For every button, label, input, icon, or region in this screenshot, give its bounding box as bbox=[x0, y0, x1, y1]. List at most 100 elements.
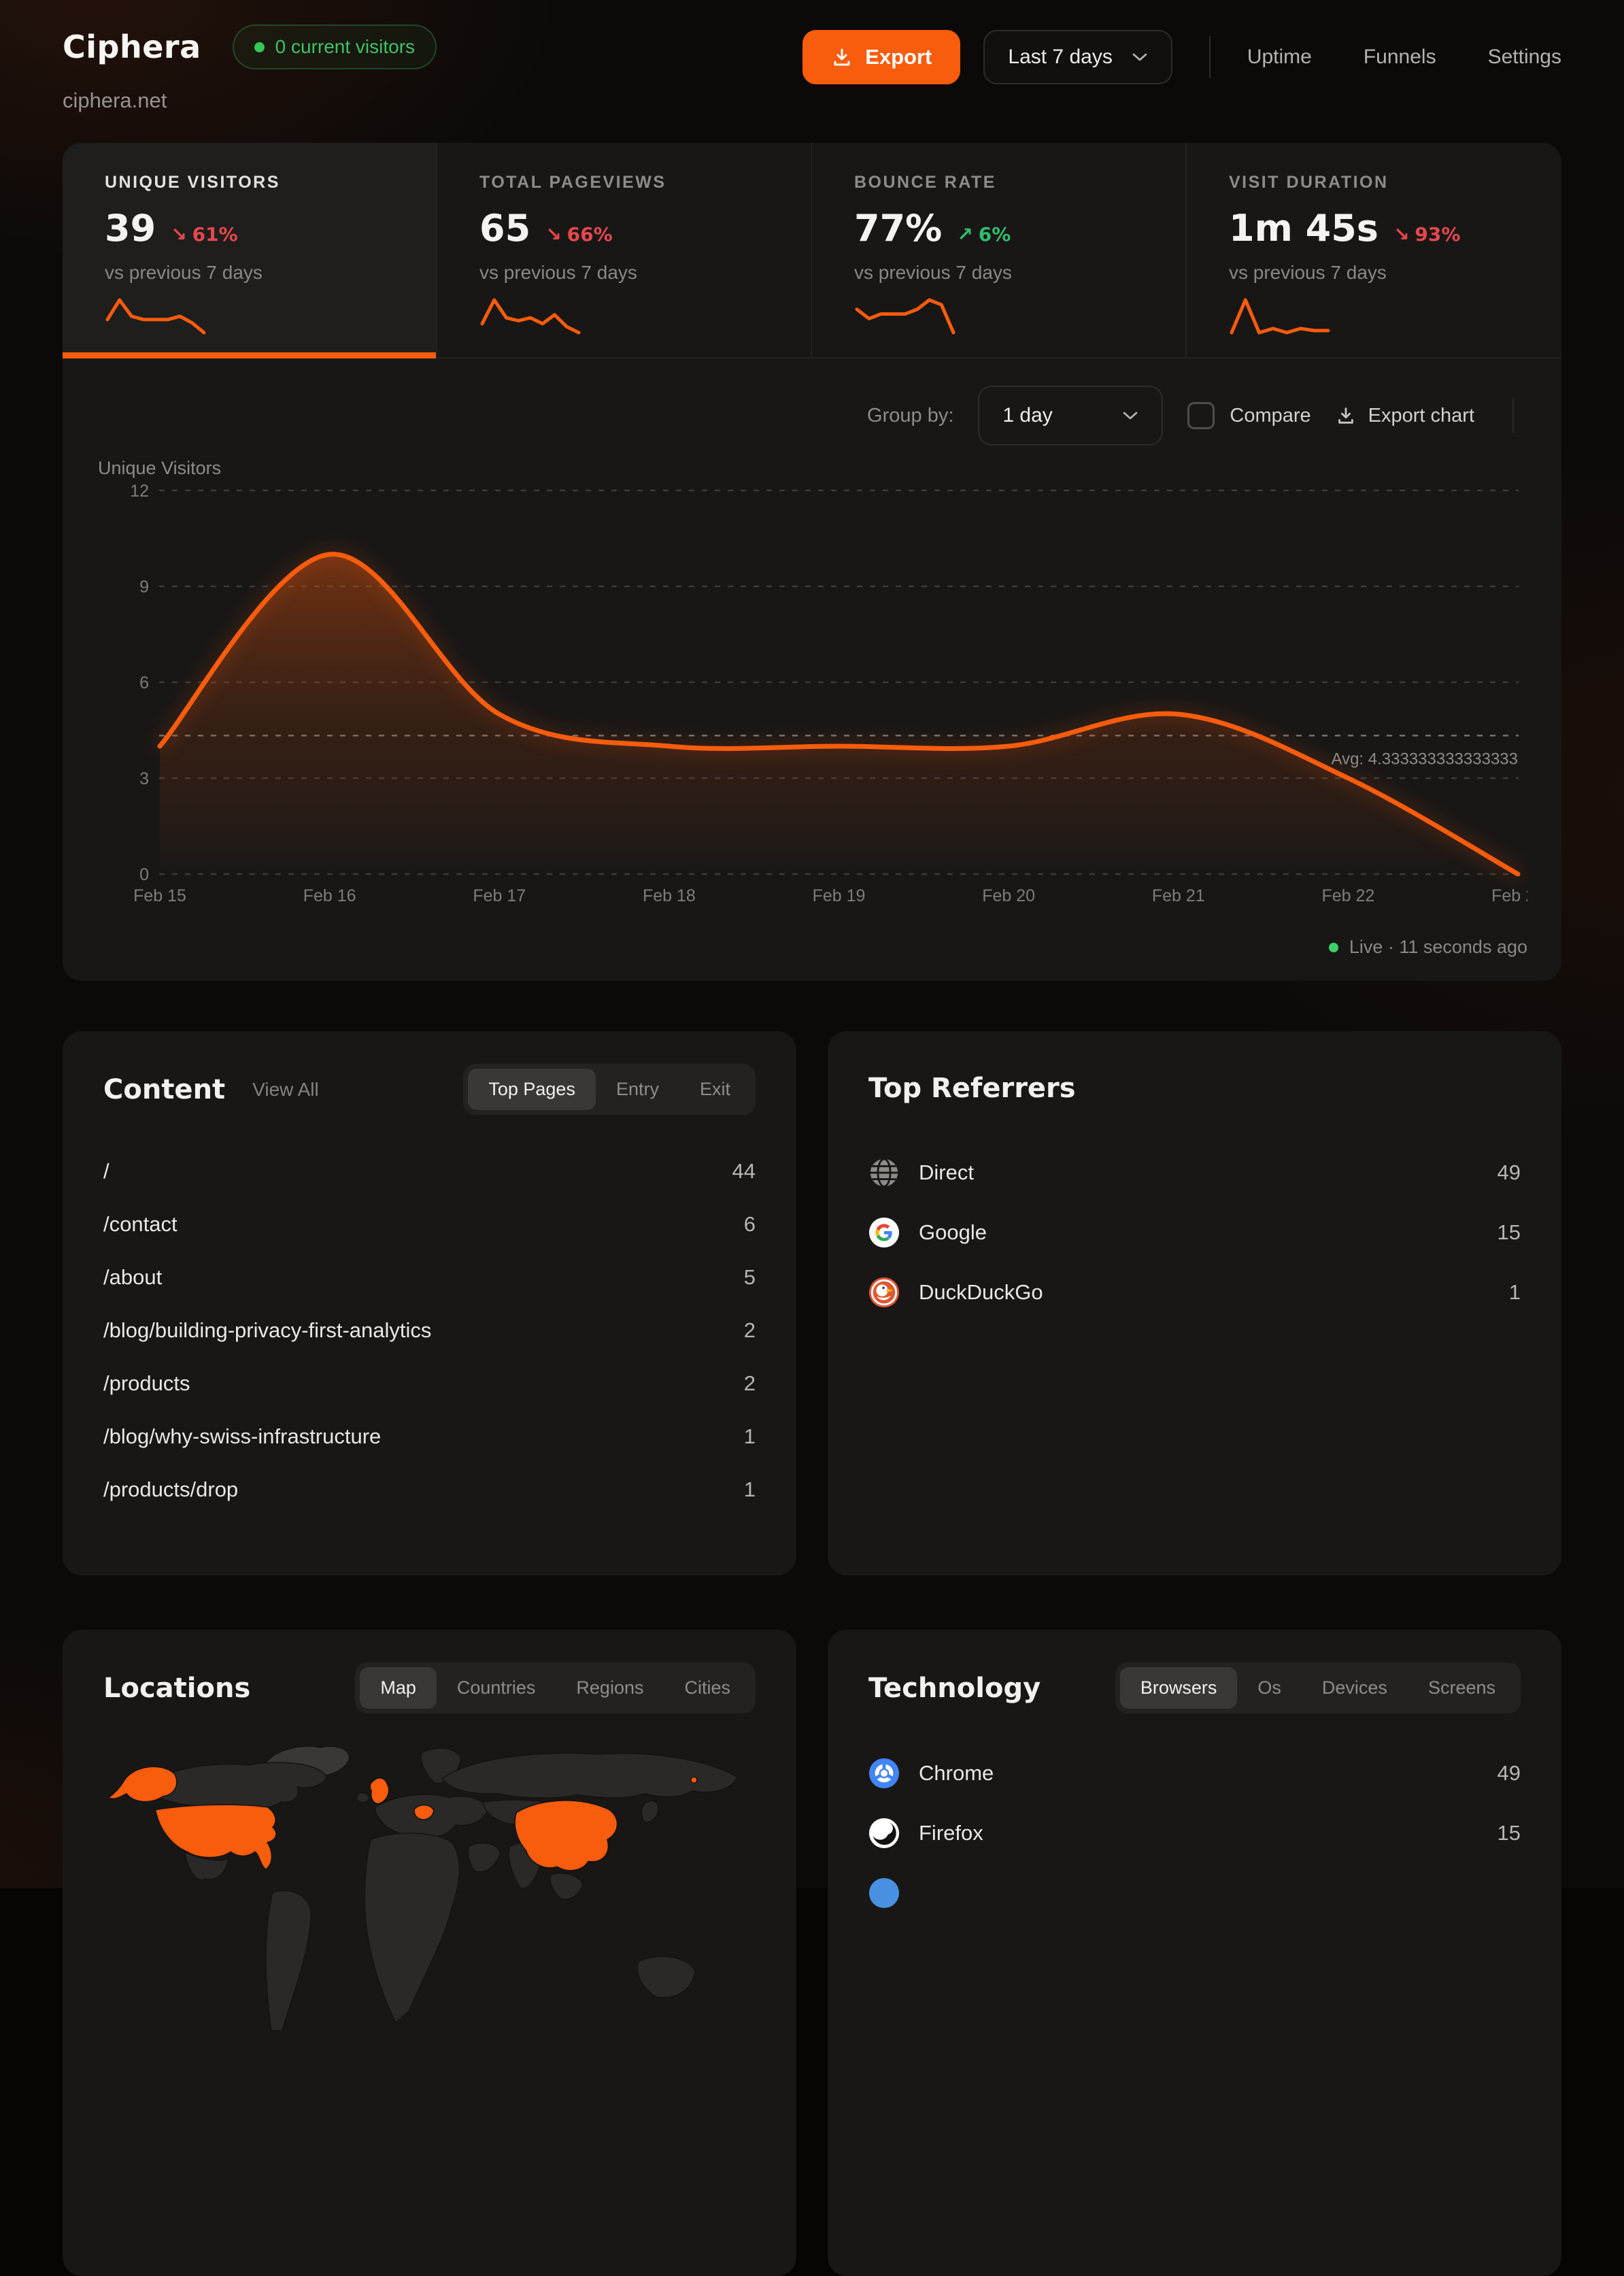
stat-card-total-pageviews[interactable]: TOTAL PAGEVIEWS 65 ↘66% vs previous 7 da… bbox=[437, 143, 812, 357]
chart-section: Group by: 1 day Compare bbox=[63, 358, 1561, 981]
page-row[interactable]: /products/drop1 bbox=[103, 1463, 756, 1516]
main-nav: Uptime Funnels Settings bbox=[1247, 46, 1561, 69]
world-map bbox=[103, 1738, 756, 2094]
nav-funnels[interactable]: Funnels bbox=[1364, 46, 1436, 69]
analytics-dashboard: Ciphera 0 current visitors ciphera.net E… bbox=[0, 0, 1624, 2276]
stat-card-bounce-rate[interactable]: BOUNCE RATE 77% ↗6% vs previous 7 days bbox=[812, 143, 1187, 357]
stat-card-visit-duration[interactable]: VISIT DURATION 1m 45s ↘93% vs previous 7… bbox=[1187, 143, 1561, 357]
date-range-value: Last 7 days bbox=[1008, 46, 1112, 69]
download-icon bbox=[831, 46, 853, 68]
stat-compare-note: vs previous 7 days bbox=[854, 262, 1143, 284]
referrer-row[interactable]: Google 15 bbox=[868, 1203, 1521, 1262]
browser-row[interactable]: Chrome 49 bbox=[868, 1743, 1521, 1803]
stat-delta: ↘66% bbox=[545, 223, 613, 246]
live-status-label: Live · 11 seconds ago bbox=[1349, 937, 1527, 958]
page-row[interactable]: /blog/why-swiss-infrastructure1 bbox=[103, 1410, 756, 1463]
group-by-value: 1 day bbox=[1002, 404, 1052, 427]
locations-tabs: Map Countries Regions Cities bbox=[355, 1662, 756, 1713]
export-button[interactable]: Export bbox=[802, 30, 960, 84]
tab-screens[interactable]: Screens bbox=[1408, 1667, 1516, 1709]
nav-settings[interactable]: Settings bbox=[1488, 46, 1561, 69]
stat-label: TOTAL PAGEVIEWS bbox=[479, 173, 768, 193]
trend-arrow-icon: ↘ bbox=[1393, 223, 1409, 246]
group-by-select[interactable]: 1 day bbox=[978, 386, 1163, 446]
content-tabs: Top Pages Entry Exit bbox=[463, 1064, 756, 1115]
tab-devices[interactable]: Devices bbox=[1302, 1667, 1408, 1709]
referrer-row[interactable]: Direct 49 bbox=[868, 1143, 1521, 1203]
header-right: Export Last 7 days Uptime Funnels Settin… bbox=[802, 30, 1561, 84]
google-icon bbox=[868, 1217, 900, 1248]
analytics-panel: UNIQUE VISITORS 39 ↘61% vs previous 7 da… bbox=[63, 143, 1561, 981]
trend-arrow-icon: ↘ bbox=[545, 223, 561, 246]
chrome-icon bbox=[868, 1758, 900, 1789]
site-domain: ciphera.net bbox=[63, 88, 437, 113]
page-row[interactable]: /44 bbox=[103, 1145, 756, 1198]
stat-value: 1m 45s bbox=[1229, 210, 1378, 247]
referrer-row[interactable]: DuckDuckGo 1 bbox=[868, 1262, 1521, 1322]
area-fill bbox=[160, 554, 1518, 874]
stat-delta: ↘61% bbox=[171, 223, 238, 246]
chart-controls: Group by: 1 day Compare bbox=[97, 386, 1527, 446]
tab-cities[interactable]: Cities bbox=[664, 1667, 751, 1709]
tab-map[interactable]: Map bbox=[360, 1667, 437, 1709]
compare-toggle[interactable]: Compare bbox=[1187, 402, 1310, 429]
stat-compare-note: vs previous 7 days bbox=[1229, 262, 1519, 284]
locations-title: Locations bbox=[103, 1673, 250, 1704]
referrers-list: Direct 49 bbox=[868, 1143, 1521, 1322]
page-row[interactable]: /products2 bbox=[103, 1357, 756, 1410]
tab-browsers[interactable]: Browsers bbox=[1120, 1667, 1238, 1709]
svg-text:Unique Visitors: Unique Visitors bbox=[98, 458, 221, 478]
tab-top-pages[interactable]: Top Pages bbox=[468, 1069, 596, 1110]
top-pages-list: /44 /contact6 /about5 /blog/building-pri… bbox=[103, 1145, 756, 1516]
stat-value: 65 bbox=[479, 210, 530, 247]
tab-os[interactable]: Os bbox=[1237, 1667, 1302, 1709]
tab-entry[interactable]: Entry bbox=[596, 1069, 679, 1110]
content-card: Content View All Top Pages Entry Exit /4… bbox=[63, 1031, 796, 1575]
nav-uptime[interactable]: Uptime bbox=[1247, 46, 1312, 69]
technology-title: Technology bbox=[868, 1673, 1041, 1704]
export-label: Export bbox=[865, 45, 932, 69]
chevron-down-icon bbox=[1132, 52, 1148, 63]
page-row[interactable]: /blog/building-privacy-first-analytics2 bbox=[103, 1304, 756, 1357]
svg-text:Feb 20: Feb 20 bbox=[982, 886, 1035, 905]
compare-checkbox[interactable] bbox=[1187, 402, 1215, 429]
browsers-list: Chrome 49 Firefox 15 bbox=[868, 1743, 1521, 1923]
compare-label: Compare bbox=[1230, 405, 1310, 427]
sparkline-chart bbox=[479, 297, 581, 335]
sparkline-chart bbox=[854, 297, 956, 335]
svg-text:Feb 16: Feb 16 bbox=[303, 886, 356, 905]
locations-card: Locations Map Countries Regions Cities bbox=[63, 1630, 796, 2276]
browser-icon bbox=[868, 1877, 900, 1909]
header-divider bbox=[1209, 36, 1211, 78]
page-row[interactable]: /contact6 bbox=[103, 1198, 756, 1251]
page-row[interactable]: /about5 bbox=[103, 1251, 756, 1304]
svg-text:Feb 19: Feb 19 bbox=[813, 886, 866, 905]
view-all-link[interactable]: View All bbox=[252, 1079, 319, 1101]
svg-text:Feb 22: Feb 22 bbox=[1321, 886, 1374, 905]
globe-icon bbox=[868, 1157, 900, 1188]
stat-delta: ↘93% bbox=[1393, 223, 1461, 246]
firefox-icon bbox=[868, 1818, 900, 1849]
stat-value: 39 bbox=[105, 210, 156, 247]
current-visitors-label: 0 current visitors bbox=[275, 36, 415, 58]
referrers-title: Top Referrers bbox=[868, 1073, 1076, 1104]
svg-text:Feb 15: Feb 15 bbox=[133, 886, 186, 905]
svg-text:3: 3 bbox=[139, 769, 149, 788]
trend-arrow-icon: ↘ bbox=[171, 223, 186, 246]
cards-grid: Content View All Top Pages Entry Exit /4… bbox=[63, 1031, 1561, 2276]
export-chart-button[interactable]: Export chart bbox=[1336, 405, 1474, 427]
tab-countries[interactable]: Countries bbox=[437, 1667, 556, 1709]
tab-regions[interactable]: Regions bbox=[556, 1667, 664, 1709]
stat-card-unique-visitors[interactable]: UNIQUE VISITORS 39 ↘61% vs previous 7 da… bbox=[63, 143, 437, 357]
browser-row-partial[interactable] bbox=[868, 1863, 1521, 1923]
live-visitors-dot bbox=[254, 42, 265, 52]
controls-divider bbox=[1512, 398, 1514, 433]
svg-text:6: 6 bbox=[139, 673, 149, 692]
header-left: Ciphera 0 current visitors ciphera.net bbox=[63, 24, 437, 113]
date-range-select[interactable]: Last 7 days bbox=[983, 30, 1172, 84]
tab-exit[interactable]: Exit bbox=[679, 1069, 751, 1110]
live-dot-icon bbox=[1329, 943, 1338, 952]
svg-text:Avg: 4.333333333333333: Avg: 4.333333333333333 bbox=[1332, 750, 1519, 768]
sparkline-chart bbox=[1229, 297, 1331, 335]
browser-row[interactable]: Firefox 15 bbox=[868, 1803, 1521, 1863]
